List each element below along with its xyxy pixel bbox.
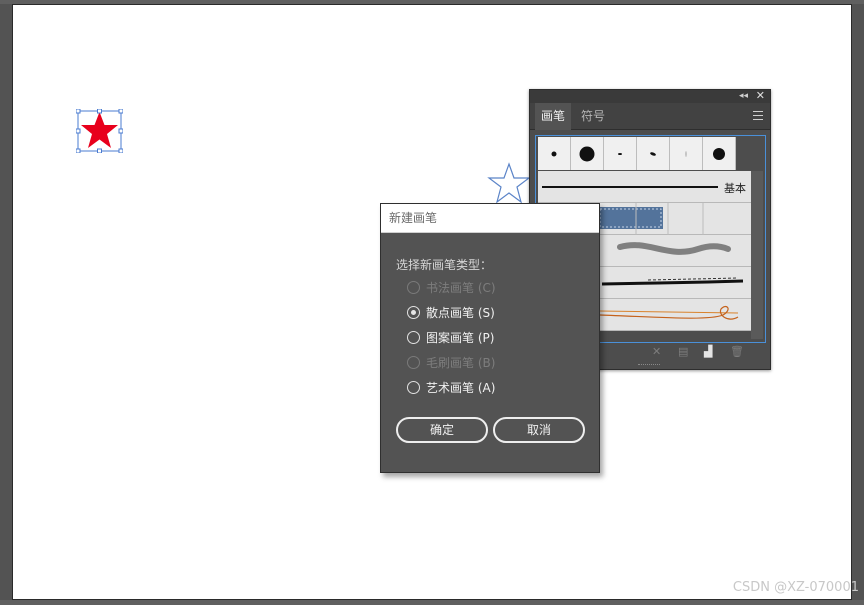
- brush-swatch[interactable]: [571, 137, 604, 170]
- selection-handle: [76, 109, 81, 114]
- close-panel-icon[interactable]: ✕: [756, 90, 765, 102]
- selection-handle: [118, 148, 123, 153]
- option-label[interactable]: 图案画笔 (P): [426, 329, 494, 346]
- delete-brush-icon[interactable]: 🗑: [730, 345, 744, 358]
- selection-handle: [76, 148, 81, 153]
- selection-handle: [76, 128, 81, 134]
- brush-swatch[interactable]: [703, 137, 736, 170]
- basic-brush-stroke: [542, 186, 718, 188]
- selection-handle: [97, 148, 102, 153]
- dialog-title: 新建画笔: [381, 204, 599, 233]
- option-scatter-brush[interactable]: 散点画笔 (S): [407, 304, 495, 320]
- watermark-text: CSDN @XZ-070001: [732, 580, 859, 595]
- star-shape: [81, 112, 118, 148]
- new-brush-dialog: 新建画笔 选择新画笔类型： 书法画笔 (C) 散点画笔 (S) 图案画笔 (P)…: [380, 203, 600, 473]
- panel-tab-bar: 画笔 符号: [530, 103, 770, 130]
- tab-brushes[interactable]: 画笔: [535, 103, 572, 130]
- selected-star-object[interactable]: [76, 109, 123, 153]
- option-label[interactable]: 艺术画笔 (A): [426, 379, 495, 396]
- option-pattern-brush[interactable]: 图案画笔 (P): [407, 329, 494, 345]
- cancel-button[interactable]: 取消: [493, 417, 585, 443]
- remove-brush-stroke-icon[interactable]: ✕: [652, 345, 661, 358]
- basic-brush-row[interactable]: 基本: [538, 171, 751, 203]
- selection-handle: [118, 128, 123, 134]
- brush-swatch[interactable]: [670, 137, 703, 170]
- selection-handle: [97, 109, 102, 114]
- option-label[interactable]: 散点画笔 (S): [426, 304, 495, 321]
- panel-resize-grip[interactable]: [638, 364, 660, 367]
- dragged-star-outline: [487, 162, 531, 204]
- selection-handle: [118, 109, 123, 114]
- panel-titlebar[interactable]: ◂◂ ✕: [530, 90, 770, 103]
- option-art-brush[interactable]: 艺术画笔 (A): [407, 379, 495, 395]
- panel-menu-icon[interactable]: [753, 111, 763, 120]
- brush-swatch[interactable]: [604, 137, 637, 170]
- brush-list-scrollbar[interactable]: [751, 171, 763, 339]
- option-label: 毛刷画笔 (B): [426, 355, 496, 370]
- tab-symbols[interactable]: 符号: [575, 103, 611, 130]
- ok-button[interactable]: 确定: [396, 417, 488, 443]
- brush-swatch[interactable]: [538, 137, 571, 170]
- new-brush-icon[interactable]: ▟: [704, 345, 712, 358]
- option-label: 书法画笔 (C): [426, 280, 496, 295]
- option-calligraphic-brush: 书法画笔 (C): [407, 279, 496, 295]
- radio-art[interactable]: [407, 380, 420, 394]
- radio-calligraphic: [407, 280, 420, 294]
- window-frame-bottom: [0, 600, 864, 605]
- radio-scatter[interactable]: [407, 305, 420, 319]
- radio-pattern[interactable]: [407, 330, 420, 344]
- brush-options-icon[interactable]: ▤: [678, 345, 688, 358]
- option-bristle-brush: 毛刷画笔 (B): [407, 354, 495, 370]
- calligraphic-brush-row: [538, 137, 736, 170]
- basic-brush-label: 基本: [724, 182, 746, 195]
- collapse-panel-icon[interactable]: ◂◂: [739, 91, 748, 102]
- radio-bristle: [407, 355, 420, 369]
- brush-type-prompt: 选择新画笔类型：: [396, 258, 493, 272]
- brush-swatch[interactable]: [637, 137, 670, 170]
